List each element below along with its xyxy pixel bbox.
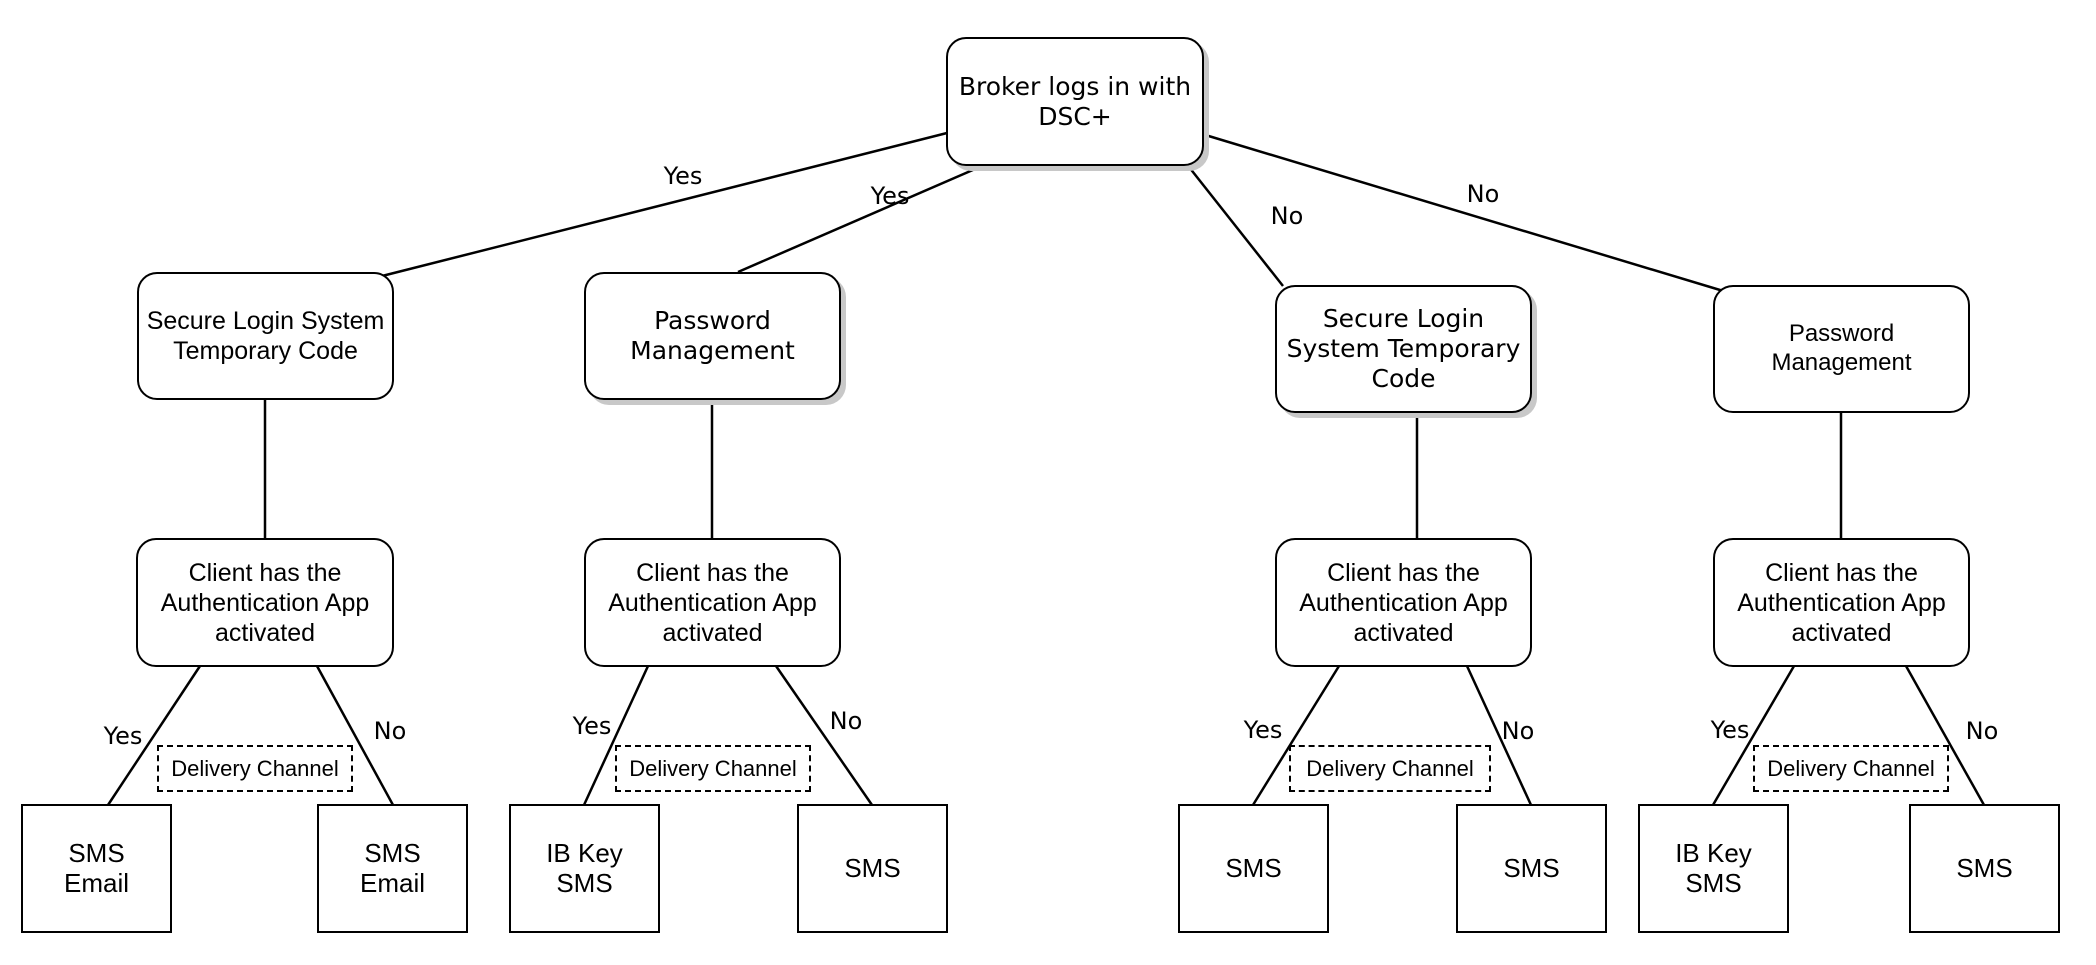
delivery-channel-label-2: Delivery Channel xyxy=(629,755,797,781)
root-node[interactable]: Broker logs in with DSC+ xyxy=(946,37,1204,166)
method-node-3[interactable]: Secure Login System Temporary Code xyxy=(1275,285,1532,413)
leaf-node-4-no-label: SMS xyxy=(1956,852,2013,883)
method-node-4-label: Password Management xyxy=(1771,320,1912,376)
delivery-channel-label-3: Delivery Channel xyxy=(1306,755,1474,781)
leaf-node-3-no-label: SMS xyxy=(1503,852,1560,883)
leaf-node-3-yes[interactable]: SMS xyxy=(1178,804,1329,933)
edge-label-condition-4-no: No xyxy=(1965,717,1999,745)
leaf-node-3-yes-label: SMS xyxy=(1225,852,1282,883)
edge-label-condition-1-yes: Yes xyxy=(103,722,143,750)
edge-label-root-method-4: No xyxy=(1466,180,1500,208)
edge-label-condition-1-no: No xyxy=(373,717,407,745)
leaf-node-4-yes-label: IB Key SMS xyxy=(1675,837,1752,898)
leaf-node-4-no[interactable]: SMS xyxy=(1909,804,2060,933)
method-node-3-label: Secure Login System Temporary Code xyxy=(1286,304,1521,393)
edge-root-to-method-3 xyxy=(1188,166,1284,287)
edge-label-condition-2-yes: Yes xyxy=(572,712,612,740)
condition-node-1[interactable]: Client has the Authentication App activa… xyxy=(136,538,394,667)
condition-node-3[interactable]: Client has the Authentication App activa… xyxy=(1275,538,1532,667)
leaf-node-1-no-label: SMS Email xyxy=(359,837,425,898)
leaf-node-1-yes[interactable]: SMS Email xyxy=(21,804,172,933)
leaf-node-4-yes[interactable]: IB Key SMS xyxy=(1638,804,1789,933)
edge-label-condition-2-no: No xyxy=(829,707,863,735)
delivery-channel-box-3: Delivery Channel xyxy=(1289,745,1491,792)
condition-node-4-label: Client has the Authentication App activa… xyxy=(1737,558,1946,647)
leaf-node-3-no[interactable]: SMS xyxy=(1456,804,1607,933)
leaf-node-2-no-label: SMS xyxy=(844,852,901,883)
delivery-channel-label-1: Delivery Channel xyxy=(171,755,339,781)
edge-label-condition-4-yes: Yes xyxy=(1710,716,1750,744)
condition-node-2[interactable]: Client has the Authentication App activa… xyxy=(584,538,841,667)
edge-label-root-method-3: No xyxy=(1270,202,1304,230)
leaf-node-2-yes-label: IB Key SMS xyxy=(546,837,623,898)
edge-label-root-method-2: Yes xyxy=(870,182,910,210)
method-node-1[interactable]: Secure Login System Temporary Code xyxy=(137,272,394,400)
delivery-channel-box-1: Delivery Channel xyxy=(157,745,353,792)
leaf-node-1-yes-label: SMS Email xyxy=(63,837,129,898)
delivery-channel-box-2: Delivery Channel xyxy=(615,745,811,792)
root-node-label: Broker logs in with DSC+ xyxy=(958,71,1192,131)
leaf-node-2-yes[interactable]: IB Key SMS xyxy=(509,804,660,933)
leaf-node-2-no[interactable]: SMS xyxy=(797,804,948,933)
method-node-4[interactable]: Password Management xyxy=(1713,285,1970,413)
condition-node-2-label: Client has the Authentication App activa… xyxy=(608,558,817,647)
method-node-2[interactable]: Password Management xyxy=(584,272,841,400)
method-node-2-label: Password Management xyxy=(630,306,795,365)
method-node-1-label: Secure Login System Temporary Code xyxy=(146,307,385,365)
condition-node-1-label: Client has the Authentication App activa… xyxy=(160,558,370,647)
edge-label-condition-3-no: No xyxy=(1501,717,1535,745)
condition-node-3-label: Client has the Authentication App activa… xyxy=(1299,558,1508,647)
delivery-channel-label-4: Delivery Channel xyxy=(1767,755,1935,781)
leaf-node-1-no[interactable]: SMS Email xyxy=(317,804,468,933)
edge-label-root-method-1: Yes xyxy=(663,162,703,190)
delivery-channel-box-4: Delivery Channel xyxy=(1753,745,1949,792)
edge-root-to-method-2 xyxy=(737,164,983,274)
edge-label-condition-3-yes: Yes xyxy=(1243,716,1283,744)
edge-root-to-method-1 xyxy=(381,131,948,278)
condition-node-4[interactable]: Client has the Authentication App activa… xyxy=(1713,538,1970,667)
